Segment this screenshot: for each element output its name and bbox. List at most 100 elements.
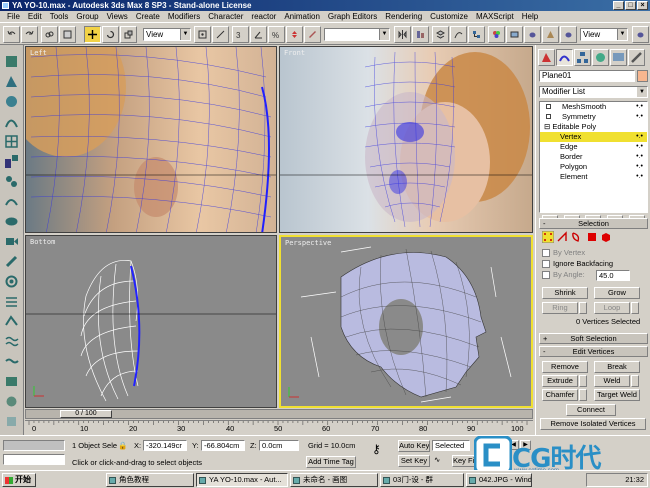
tab-motion[interactable] xyxy=(592,49,609,66)
reference-coordinate-dropdown[interactable]: View ▼ xyxy=(143,28,191,41)
named-selection-button[interactable] xyxy=(304,26,321,43)
angle-value-field[interactable]: 45.0 xyxy=(596,270,630,281)
modifier-stack-item[interactable]: MeshSmooth •.• xyxy=(540,102,647,112)
by-vertex-checkbox[interactable] xyxy=(542,249,550,257)
selection-rollout-header[interactable]: - Selection xyxy=(539,218,648,229)
menu-graph-editors[interactable]: Graph Editors xyxy=(324,11,381,22)
tab-create[interactable] xyxy=(538,49,555,66)
mirror-button[interactable] xyxy=(394,26,411,43)
grow-button[interactable]: Grow xyxy=(594,287,640,299)
object-name-field[interactable]: Plane01 xyxy=(539,70,635,82)
extrude-button[interactable]: Extrude xyxy=(542,375,578,387)
modifier-stack-item[interactable]: ⊟ Editable Poly xyxy=(540,122,647,132)
menu-animation[interactable]: Animation xyxy=(280,11,324,22)
tab-modify[interactable] xyxy=(556,49,573,66)
modeling-tab-icon[interactable] xyxy=(3,333,20,350)
ring-spinner[interactable] xyxy=(579,302,587,314)
select-rotate-button[interactable] xyxy=(102,26,119,43)
time-slider[interactable]: 0 / 100 xyxy=(25,409,533,419)
clock[interactable]: 21:32 xyxy=(625,475,644,484)
viewport-label[interactable]: Bottom xyxy=(30,238,55,246)
target-weld-button[interactable]: Target Weld xyxy=(594,389,640,401)
viewport-left[interactable]: Left xyxy=(25,46,277,233)
spinner-snap-button[interactable] xyxy=(286,26,303,43)
viewport-bottom[interactable]: Bottom xyxy=(25,235,277,408)
menu-modifiers[interactable]: Modifiers xyxy=(164,11,204,22)
soft-selection-rollout-header[interactable]: + Soft Selection xyxy=(539,333,648,344)
modifier-enable-icon[interactable] xyxy=(546,114,551,119)
remove-isolated-vertices-button[interactable]: Remove Isolated Vertices xyxy=(540,418,646,430)
particles-tab-icon[interactable] xyxy=(3,113,20,130)
menu-create[interactable]: Create xyxy=(132,11,164,22)
render-type-button[interactable] xyxy=(542,26,559,43)
set-key-button[interactable]: Set Key xyxy=(398,455,430,467)
menu-edit[interactable]: Edit xyxy=(24,11,46,22)
weld-button[interactable]: Weld xyxy=(594,375,630,387)
undo-button[interactable] xyxy=(3,26,20,43)
remove-button[interactable]: Remove xyxy=(542,361,588,373)
nurbs-tab-icon[interactable] xyxy=(3,153,20,170)
chamfer-button[interactable]: Chamfer xyxy=(542,389,578,401)
menu-group[interactable]: Group xyxy=(72,11,102,22)
modifier-stack-item[interactable]: Polygon •.• xyxy=(540,162,647,172)
modifier-stack-item[interactable]: Vertex •.• xyxy=(540,132,647,142)
menu-views[interactable]: Views xyxy=(103,11,132,22)
shapes-tab-icon[interactable] xyxy=(3,73,20,90)
redo-button[interactable] xyxy=(21,26,38,43)
edit-vertices-rollout-header[interactable]: - Edit Vertices xyxy=(539,346,648,357)
tangent-icon[interactable]: ∿ xyxy=(434,455,440,465)
patch-grids-tab-icon[interactable] xyxy=(3,133,20,150)
lights-tab-icon[interactable] xyxy=(3,213,20,230)
taskbar-item[interactable]: 042.JPG - Windo... xyxy=(466,473,532,487)
menu-maxscript[interactable]: MAXScript xyxy=(472,11,518,22)
layer-manager-button[interactable] xyxy=(432,26,449,43)
material-editor-button[interactable] xyxy=(488,26,505,43)
systems-tab-icon[interactable] xyxy=(3,293,20,310)
align-button[interactable] xyxy=(412,26,429,43)
viewport-label[interactable]: Perspective xyxy=(285,239,331,247)
maximize-button[interactable]: □ xyxy=(625,1,636,10)
select-move-button[interactable] xyxy=(84,26,101,43)
render-view-dropdown[interactable]: View ▼ xyxy=(580,28,628,41)
viewport-label[interactable]: Front xyxy=(284,49,305,57)
object-color-swatch[interactable] xyxy=(637,70,648,82)
materials-tab-icon[interactable] xyxy=(3,413,20,430)
menu-help[interactable]: Help xyxy=(518,11,542,22)
break-button[interactable]: Break xyxy=(594,361,640,373)
lock-icon[interactable]: 🔒 xyxy=(118,441,127,451)
unlink-button[interactable] xyxy=(59,26,76,43)
element-mode-icon[interactable] xyxy=(600,231,612,243)
modifier-stack-item[interactable]: Border •.• xyxy=(540,152,647,162)
minimize-button[interactable]: _ xyxy=(613,1,624,10)
maxscript-mini-listener[interactable] xyxy=(3,454,65,465)
wave-tab-icon[interactable] xyxy=(3,353,20,370)
shrink-button[interactable]: Shrink xyxy=(542,287,588,299)
menu-character[interactable]: Character xyxy=(204,11,247,22)
tab-utilities[interactable] xyxy=(628,49,645,66)
modifier-stack-item[interactable]: Edge •.• xyxy=(540,142,647,152)
schematic-view-button[interactable] xyxy=(468,26,485,43)
maxscript-listener[interactable] xyxy=(3,440,65,451)
select-scale-button[interactable] xyxy=(120,26,137,43)
reactor-tab-icon[interactable] xyxy=(3,373,20,390)
extrude-settings-button[interactable] xyxy=(579,375,587,387)
edge-mode-icon[interactable] xyxy=(556,231,568,243)
weld-settings-button[interactable] xyxy=(631,375,639,387)
modifier-stack-item[interactable]: Element •.• xyxy=(540,172,647,182)
ring-button[interactable]: Ring xyxy=(542,302,578,314)
loop-spinner[interactable] xyxy=(631,302,639,314)
dynamics-tab-icon[interactable] xyxy=(3,173,20,190)
connect-button[interactable]: Connect xyxy=(566,404,616,416)
curve-editor-button[interactable] xyxy=(450,26,467,43)
loop-button[interactable]: Loop xyxy=(594,302,630,314)
cameras-tab-icon[interactable] xyxy=(3,233,20,250)
quick-render-button[interactable] xyxy=(524,26,541,43)
compounds-tab-icon[interactable] xyxy=(3,93,20,110)
helpers-tab-icon[interactable] xyxy=(3,253,20,270)
start-button[interactable]: 开始 xyxy=(2,473,36,487)
vertex-mode-icon[interactable] xyxy=(542,231,554,243)
menu-file[interactable]: File xyxy=(3,11,24,22)
render-production-button[interactable] xyxy=(632,26,649,43)
named-selection-set-dropdown[interactable]: ▼ xyxy=(324,28,390,41)
tab-display[interactable] xyxy=(610,49,627,66)
